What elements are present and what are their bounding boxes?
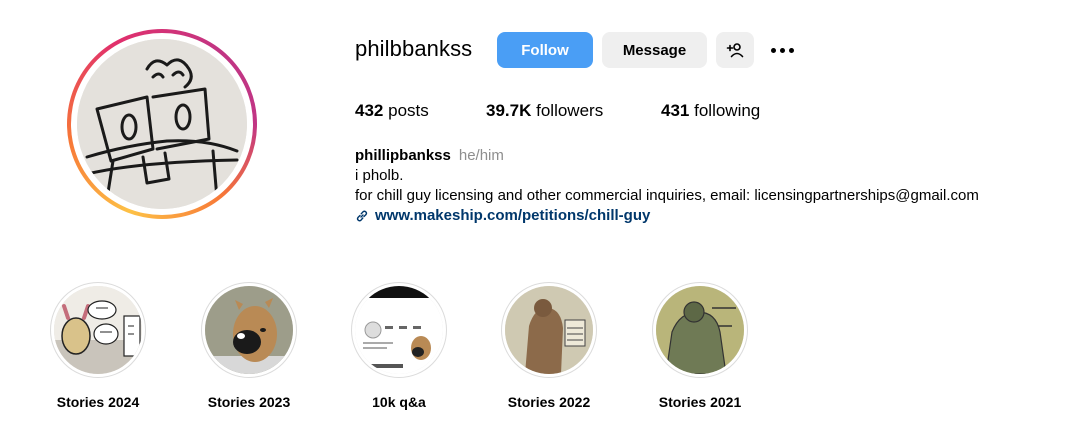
posts-number: 432 [355, 101, 384, 120]
followers-link[interactable]: 39.7K followers [486, 101, 603, 121]
profile-bio: phillipbankss he/him i pholb. for chill g… [355, 146, 979, 226]
bio-name-row: phillipbankss he/him [355, 146, 979, 166]
highlight-cover [355, 286, 443, 374]
followers-label: followers [536, 101, 604, 120]
posts-label: posts [388, 101, 429, 120]
highlight-ring [501, 282, 597, 378]
link-icon [356, 210, 368, 222]
bio-link[interactable]: www.makeship.com/petitions/chill-guy [355, 206, 979, 226]
highlight-ring [50, 282, 146, 378]
highlight-ring [351, 282, 447, 378]
follow-button[interactable]: Follow [497, 32, 593, 68]
highlight-label: Stories 2021 [658, 394, 742, 410]
highlight-cover [505, 286, 593, 374]
posts-count: 432 posts [355, 101, 429, 121]
highlight-cover [54, 286, 142, 374]
highlight-cover-screenshot [355, 286, 443, 374]
following-label: following [694, 101, 761, 120]
profile-avatar[interactable] [67, 29, 257, 219]
highlight-cover-drawing [656, 286, 744, 374]
avatar-image [77, 39, 247, 209]
avatar-drawing [77, 39, 247, 209]
highlight-item[interactable]: Stories 2023 [201, 282, 297, 410]
highlight-ring [652, 282, 748, 378]
following-link[interactable]: 431 following [661, 101, 760, 121]
highlight-item[interactable]: Stories 2021 [652, 282, 748, 410]
highlight-cover [656, 286, 744, 374]
followers-number: 39.7K [486, 101, 532, 120]
highlight-cover-chill-guy [205, 286, 293, 374]
bio-line: for chill guy licensing and other commer… [355, 187, 979, 204]
highlight-ring [201, 282, 297, 378]
bio-display-name: phillipbankss [355, 147, 451, 164]
highlight-label: Stories 2024 [56, 394, 140, 410]
message-button[interactable]: Message [602, 32, 707, 68]
bio-line: i pholb. [355, 167, 404, 184]
highlight-label: Stories 2023 [207, 394, 291, 410]
highlight-cover-sketch [505, 286, 593, 374]
dot [770, 47, 776, 53]
profile-username: philbbankss [355, 36, 473, 61]
bio-pronouns: he/him [458, 147, 504, 164]
highlight-label: 10k q&a [372, 394, 426, 410]
highlight-item[interactable]: Stories 2022 [501, 282, 597, 410]
following-number: 431 [661, 101, 690, 120]
highlight-item[interactable]: Stories 2024 [50, 282, 146, 410]
dot [788, 47, 794, 53]
highlight-cover-comic [54, 286, 142, 374]
avatar-border [71, 33, 253, 215]
dot [779, 47, 785, 53]
highlight-item[interactable]: 10k q&a [351, 282, 447, 410]
highlight-cover [205, 286, 293, 374]
bio-link-text: www.makeship.com/petitions/chill-guy [375, 207, 651, 224]
add-user-icon [726, 43, 744, 58]
highlight-label: Stories 2022 [507, 394, 591, 410]
more-options-icon[interactable] [768, 40, 796, 60]
suggested-users-button[interactable] [716, 32, 754, 68]
